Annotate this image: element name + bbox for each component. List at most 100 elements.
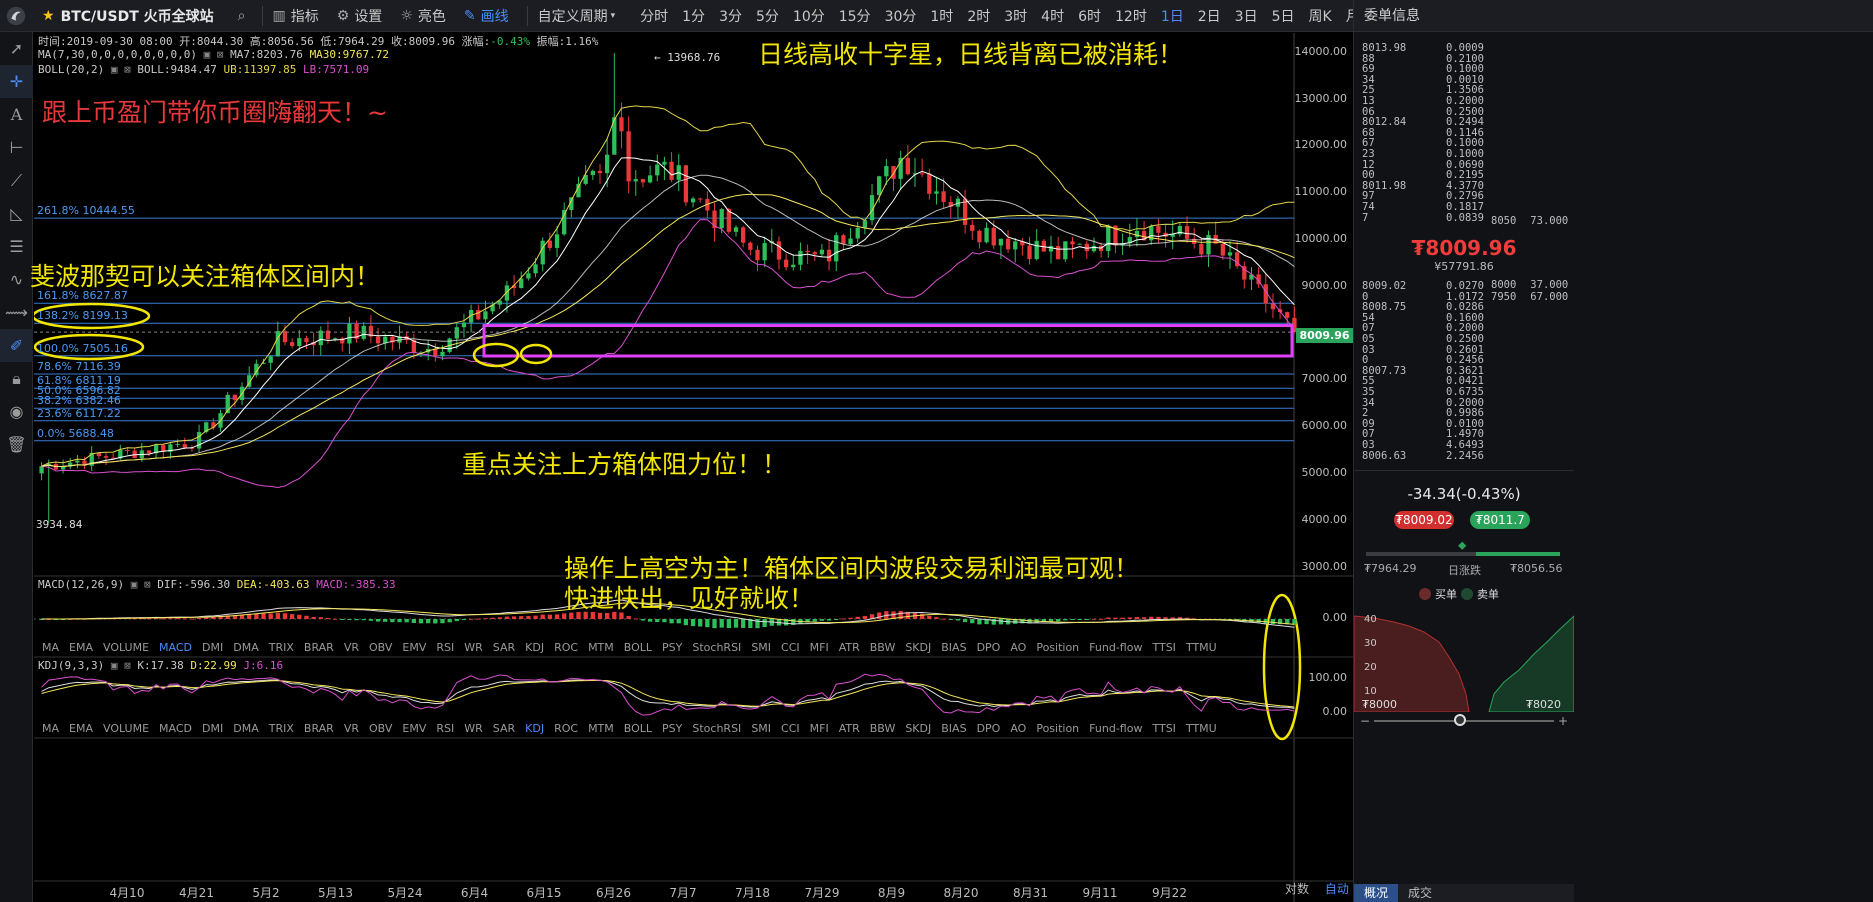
best-bid-pill[interactable]: ₮8009.02: [1394, 511, 1454, 529]
indicator-tab[interactable]: VOLUME: [103, 722, 149, 735]
ma-setting[interactable]: MA(7,30,0,0,0,0,0,0,0,0): [38, 48, 197, 61]
annotation-strategy-2[interactable]: 快进快出，见好就收！: [564, 579, 814, 615]
indicator-tab[interactable]: Position: [1036, 641, 1079, 654]
kdj-setting[interactable]: KDJ(9,3,3): [38, 659, 104, 672]
indicator-tab[interactable]: BOLL: [624, 641, 652, 654]
indicator-tab[interactable]: Fund-flow: [1089, 722, 1142, 735]
annotation-fib-note[interactable]: 斐波那契可以关注箱体区间内！: [30, 257, 380, 293]
indicator-tab[interactable]: Position: [1036, 722, 1079, 735]
horizontal-line-icon[interactable]: ⊢: [0, 131, 33, 164]
indicator-tab[interactable]: ROC: [554, 641, 578, 654]
timeframe-tab[interactable]: 6时: [1071, 6, 1108, 26]
indicator-tab[interactable]: VR: [344, 722, 359, 735]
fib-label[interactable]: 100.0% 7505.16: [37, 342, 128, 355]
timeframe-tab[interactable]: 2时: [960, 6, 997, 26]
fib-retracement-icon[interactable]: ☰: [0, 230, 33, 263]
indicator-tab[interactable]: TTSI: [1152, 641, 1175, 654]
timeframe-tab[interactable]: 3日: [1228, 6, 1265, 26]
indicator-tab[interactable]: MA: [42, 641, 59, 654]
fib-label[interactable]: 78.6% 7116.39: [37, 360, 121, 373]
indicator-tab[interactable]: EMV: [402, 641, 426, 654]
indicator-tab[interactable]: AO: [1010, 641, 1026, 654]
fib-label[interactable]: 38.2% 6382.46: [37, 394, 121, 407]
indicator-tab[interactable]: ATR: [839, 641, 860, 654]
trash-icon[interactable]: 🗑︎: [0, 428, 33, 461]
settings-small-icon[interactable]: ▣: [131, 578, 138, 591]
indicator-tab[interactable]: EMV: [402, 722, 426, 735]
fib-label[interactable]: 138.2% 8199.13: [37, 309, 128, 322]
macd-setting[interactable]: MACD(12,26,9): [38, 578, 124, 591]
indicator-tab[interactable]: MA: [42, 722, 59, 735]
indicator-tab[interactable]: ATR: [839, 722, 860, 735]
indicator-tab[interactable]: SKDJ: [905, 722, 931, 735]
indicator-tab[interactable]: PSY: [662, 722, 682, 735]
cursor-arrow-icon[interactable]: ➚: [0, 32, 33, 65]
timeframe-tab[interactable]: 15分: [832, 6, 878, 26]
indicator-tab[interactable]: BOLL: [624, 722, 652, 735]
indicator-tab[interactable]: DMI: [202, 641, 223, 654]
indicator-tab[interactable]: CCI: [781, 641, 800, 654]
indicator-tab[interactable]: OBV: [369, 641, 392, 654]
timeframe-tab[interactable]: 1时: [923, 6, 960, 26]
indicator-tab[interactable]: SMI: [751, 722, 771, 735]
boll-setting[interactable]: BOLL(20,2): [38, 63, 104, 76]
timeframe-tab[interactable]: 10分: [786, 6, 832, 26]
text-tool-icon[interactable]: A: [0, 98, 33, 131]
favorite-star-icon[interactable]: ★: [42, 8, 55, 24]
timeframe-tab[interactable]: 分时: [633, 6, 675, 26]
auto-scale-toggle[interactable]: 自动: [1325, 882, 1349, 896]
indicator-tab[interactable]: TTMU: [1186, 641, 1217, 654]
ruler-icon[interactable]: ⟿: [0, 296, 33, 329]
close-small-icon[interactable]: ⊠: [217, 48, 224, 61]
visibility-icon[interactable]: ◉: [0, 395, 33, 428]
lock-icon[interactable]: 🔒︎: [0, 362, 33, 395]
close-small-icon[interactable]: ⊠: [124, 659, 131, 672]
indicator-tab[interactable]: DMI: [202, 722, 223, 735]
indicator-tab[interactable]: TTMU: [1186, 722, 1217, 735]
indicator-tab[interactable]: VR: [344, 641, 359, 654]
indicator-tab[interactable]: BBW: [870, 641, 896, 654]
indicator-tab[interactable]: TTSI: [1152, 722, 1175, 735]
fib-label[interactable]: 23.6% 6117.22: [37, 407, 121, 420]
timeframe-tab[interactable]: 2日: [1191, 6, 1228, 26]
indicator-tab[interactable]: VOLUME: [103, 641, 149, 654]
indicator-tab[interactable]: DPO: [977, 641, 1001, 654]
annotation-title[interactable]: 跟上币盈门带你币圈嗨翻天！~: [42, 93, 388, 129]
depth-chart[interactable]: 40 30 20 10: [1354, 602, 1574, 712]
indicator-tab[interactable]: BRAR: [304, 722, 334, 735]
indicator-tab[interactable]: EMA: [69, 641, 93, 654]
indicator-tab[interactable]: RSI: [436, 641, 454, 654]
indicator-tab[interactable]: SKDJ: [905, 641, 931, 654]
fib-label[interactable]: 0.0% 5688.48: [37, 427, 114, 440]
custom-period-dropdown[interactable]: 自定义周期 ▾: [538, 6, 616, 26]
zoom-out-icon[interactable]: −: [1360, 714, 1370, 728]
indicator-tab[interactable]: PSY: [662, 641, 682, 654]
timeframe-tab[interactable]: 1日: [1154, 6, 1191, 26]
triangle-icon[interactable]: ◺: [0, 197, 33, 230]
indicator-tab[interactable]: MTM: [588, 641, 614, 654]
indicator-tab[interactable]: EMA: [69, 722, 93, 735]
depth-zoom-knob[interactable]: [1454, 714, 1466, 726]
indicator-tab[interactable]: MACD: [159, 722, 192, 735]
indicator-tab[interactable]: BRAR: [304, 641, 334, 654]
indicator-tab[interactable]: KDJ: [525, 641, 544, 654]
timeframe-tab[interactable]: 1分: [675, 6, 712, 26]
symbol-title[interactable]: BTC/USDT 火币全球站: [61, 6, 214, 26]
timeframe-tab[interactable]: 12时: [1108, 6, 1154, 26]
crosshair-icon[interactable]: ✛: [0, 65, 33, 98]
indicator-tab[interactable]: BIAS: [941, 641, 966, 654]
timeframe-tab[interactable]: 5日: [1265, 6, 1302, 26]
light-theme-button[interactable]: ☼ 亮色: [400, 6, 446, 26]
timeframe-tab[interactable]: 4时: [1034, 6, 1071, 26]
indicator-tab[interactable]: WR: [464, 722, 483, 735]
best-ask-pill[interactable]: ₮8011.7: [1470, 511, 1530, 529]
indicators-button[interactable]: ▥ 指标: [273, 6, 319, 26]
indicator-tab[interactable]: WR: [464, 641, 483, 654]
search-icon[interactable]: ⌕: [238, 8, 246, 24]
indicator-tab[interactable]: TRIX: [269, 641, 294, 654]
indicator-tab[interactable]: StochRSI: [692, 722, 741, 735]
timeframe-tab[interactable]: 5分: [749, 6, 786, 26]
indicator-tab[interactable]: SMI: [751, 641, 771, 654]
brush-icon[interactable]: ✐: [0, 329, 33, 362]
tab-overview[interactable]: 概况: [1354, 884, 1399, 902]
